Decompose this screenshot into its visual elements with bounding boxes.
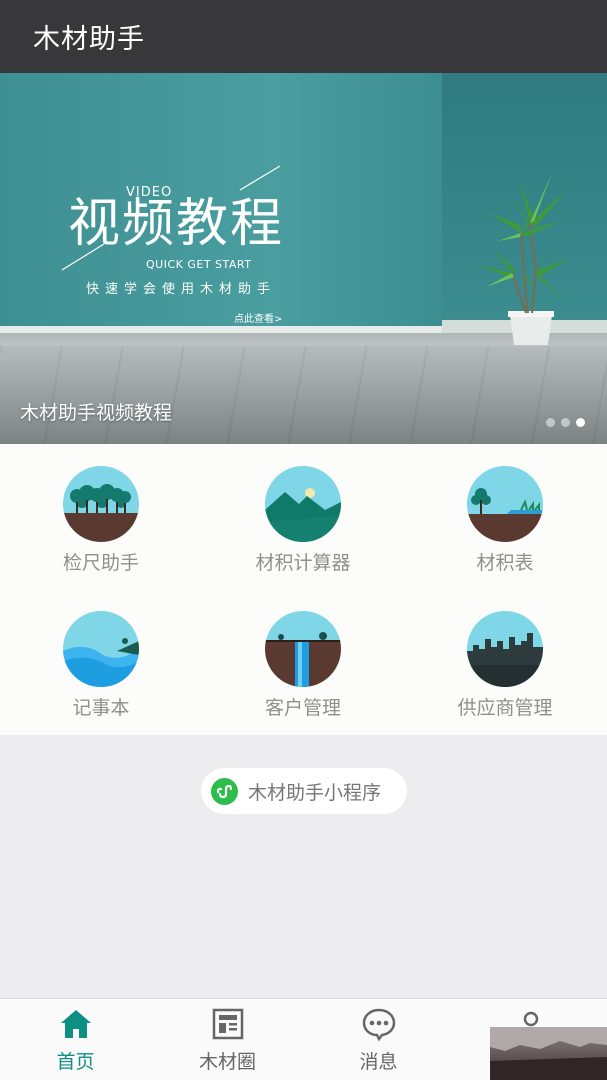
carousel-indicator[interactable] — [546, 418, 585, 427]
feature-tile-notepad[interactable]: 记事本 — [0, 589, 202, 734]
forest-icon — [63, 466, 139, 542]
carousel-dot-active[interactable] — [576, 418, 585, 427]
corner-image-overlay — [490, 1027, 607, 1080]
nav-label: 木材圈 — [198, 1051, 256, 1073]
mountain-icon — [265, 466, 341, 542]
mini-program-button[interactable]: 木材助手小程序 — [201, 768, 407, 814]
lone-tree-icon — [467, 466, 543, 542]
banner-headline: 视频教程 — [68, 194, 285, 254]
nav-label: 消息 — [359, 1051, 398, 1073]
lake-icon — [63, 611, 139, 687]
home-icon — [61, 1010, 91, 1038]
banner-caption: 木材助手视频教程 — [20, 402, 173, 424]
feature-label: 供应商管理 — [457, 697, 553, 719]
mini-program-icon — [211, 777, 238, 805]
banner-subtitle-en: QUICK GET START — [146, 258, 252, 271]
feature-label: 记事本 — [72, 697, 130, 719]
feature-label: 检尺助手 — [62, 552, 139, 574]
app-header: 木材助手 — [0, 0, 607, 73]
page-title: 木材助手 — [33, 24, 145, 55]
waterfall-icon — [265, 611, 341, 687]
feature-tile-customers[interactable]: 客户管理 — [202, 589, 404, 734]
nav-label: 首页 — [56, 1051, 95, 1073]
feature-tile-calculator[interactable]: 材积计算器 — [202, 444, 404, 589]
carousel-dot[interactable] — [546, 418, 555, 427]
banner-illustration — [61, 165, 568, 345]
feature-label: 材积表 — [476, 552, 534, 574]
feature-tile-suppliers[interactable]: 供应商管理 — [404, 589, 606, 734]
banner-view-link[interactable]: 点此查看> — [234, 310, 282, 325]
nav-tab-messages[interactable]: 消息 — [303, 999, 454, 1080]
chat-icon — [362, 1008, 396, 1041]
feature-tile-ruler[interactable]: 检尺助手 — [0, 444, 202, 589]
feature-tile-volume-table[interactable]: 材积表 — [404, 444, 606, 589]
carousel-dot[interactable] — [561, 418, 570, 427]
nav-tab-feed[interactable]: 木材圈 — [152, 999, 303, 1080]
feature-label: 客户管理 — [264, 697, 341, 719]
feature-label: 材积计算器 — [255, 552, 351, 574]
nav-tab-home[interactable]: 首页 — [0, 999, 151, 1080]
city-icon — [467, 611, 543, 687]
banner-video-tag: VIDEO — [126, 185, 173, 200]
feed-icon — [212, 1008, 244, 1040]
feature-grid: 检尺助手 材积计算器 材积表 记事本 客户管理 供应商管理 — [0, 444, 607, 735]
mini-program-label: 木材助手小程序 — [248, 781, 382, 804]
banner-subtitle-cn: 快速学会使用木材助手 — [86, 282, 277, 297]
promo-banner[interactable]: 视频教程 VIDEO QUICK GET START 快速学会使用木材助手 点此… — [0, 73, 607, 444]
